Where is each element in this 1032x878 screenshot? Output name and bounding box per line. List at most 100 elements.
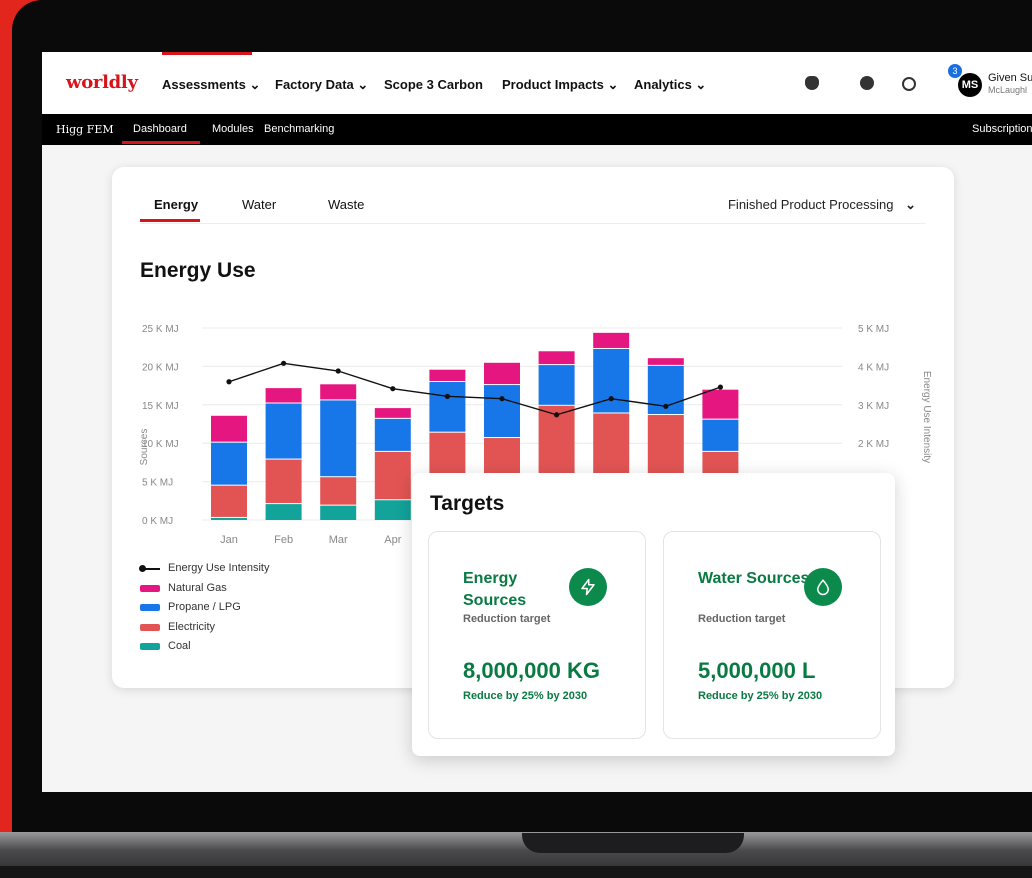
bar-segment [211,415,247,442]
app-screen: worldly Assessments ⌄ Factory Data ⌄ Sco… [42,52,1032,792]
bar-segment [374,500,411,520]
bar-segment [320,384,357,400]
bar-segment [211,442,247,485]
bar-segment [538,365,575,405]
target-note: Reduce by 25% by 2030 [463,690,588,702]
target-value: 5,000,000 L [698,658,816,683]
legend-dot-swatch [139,565,146,572]
y2-tick-label: 3 K MJ [858,401,889,412]
bar-segment [265,504,302,520]
bar-segment [702,389,739,419]
nav-analytics[interactable]: Analytics ⌄ [634,77,706,93]
intensity-point [281,360,287,366]
target-subtitle: Reduction target [463,613,551,625]
bell-icon[interactable] [805,76,819,90]
process-dropdown[interactable]: Finished Product Processing ⌄ [728,197,916,213]
y-tick-label: 15 K MJ [142,401,179,412]
bar-segment [320,477,357,505]
bar-segment [211,517,247,520]
target-value: 8,000,000 KG [463,658,600,683]
subnav-active-indicator [122,141,200,144]
help-icon[interactable] [860,76,874,90]
tab-energy[interactable]: Energy [154,197,198,212]
subnav-modules[interactable]: Modules [212,123,254,135]
nav-factory-data[interactable]: Factory Data ⌄ [275,77,368,93]
bar-segment [429,381,466,432]
bar-segment [374,418,411,451]
bar-segment [593,332,630,348]
legend-label: Electricity [168,620,216,633]
x-tick-label: Feb [274,534,293,546]
y-tick-label: 0 K MJ [142,516,173,527]
subnav-subscription[interactable]: Subscription [972,123,1032,135]
y2-axis-label: Energy Use Intensity [921,371,932,463]
laptop: worldly Assessments ⌄ Factory Data ⌄ Sco… [0,0,1032,878]
bar-segment [265,459,302,504]
subnav-dashboard[interactable]: Dashboard [133,123,187,135]
drop-icon [804,568,842,606]
legend-swatch [140,584,160,592]
bar-segment [484,362,520,385]
bar-segment [593,413,630,480]
legend-label: Coal [168,640,191,652]
user-org: McLaughl [988,85,1028,95]
bolt-icon [569,568,607,606]
target-title: Water Sources [698,570,810,587]
bar-segment [211,485,247,517]
target-title: Energy Sources [463,570,527,609]
bar-segment [265,388,302,403]
laptop-hinge-notch [522,833,744,853]
tab-water[interactable]: Water [242,197,276,212]
y-tick-label: 20 K MJ [142,362,179,373]
water-target-card[interactable]: Water Sources Reduction target 5,000,000… [663,531,881,739]
intensity-point [663,403,669,409]
x-tick-label: Apr [384,534,401,546]
avatar[interactable]: MS [958,73,982,97]
worldly-logo[interactable]: worldly [66,72,138,93]
nav-product-impacts[interactable]: Product Impacts ⌄ [502,77,618,93]
intensity-point [226,379,232,385]
bar-segment [702,419,739,451]
section-title: Energy Use [140,259,256,282]
target-subtitle: Reduction target [698,613,786,625]
intensity-point [335,368,341,374]
laptop-base-shadow [0,866,1032,878]
sub-nav: Higg FEM Dashboard Modules Benchmarking … [42,114,1032,145]
targets-title: Targets [430,492,505,515]
tab-waste[interactable]: Waste [328,197,364,212]
intensity-point [390,386,396,392]
notification-badge: 3 [948,64,962,78]
subnav-benchmarking[interactable]: Benchmarking [264,123,334,135]
legend-swatch [140,604,160,611]
targets-panel: Targets Energy Sources Reduction target … [412,473,895,756]
bar-segment [647,358,684,365]
nav-assessments[interactable]: Assessments ⌄ [162,77,260,93]
chevron-down-icon: ⌄ [905,197,916,212]
x-tick-label: Jan [220,534,238,546]
intensity-point [499,396,505,402]
bar-segment [320,400,357,477]
y-tick-label: 5 K MJ [142,478,173,489]
globe-icon[interactable] [902,77,916,91]
bar-segment [265,403,302,459]
legend-label: Propane / LPG [168,601,241,613]
user-name[interactable]: Given Su [988,72,1032,84]
tab-divider [140,223,926,224]
nav-active-indicator [162,52,252,55]
y-axis-label: Sources [139,429,150,466]
bar-segment [320,505,357,520]
bar-segment [538,351,575,365]
legend-swatch [140,623,160,631]
x-tick-label: Mar [329,534,348,546]
energy-target-card[interactable]: Energy Sources Reduction target 8,000,00… [428,531,646,739]
higg-fem-label: Higg FEM [56,123,114,136]
bar-segment [429,369,466,381]
bar-segment [374,408,411,418]
bar-segment [484,385,520,438]
y-tick-label: 25 K MJ [142,324,179,335]
active-tab-indicator [140,219,200,222]
nav-scope3-carbon[interactable]: Scope 3 Carbon [384,77,483,92]
intensity-point [608,396,614,402]
intensity-point [554,412,560,418]
legend-label: Energy Use Intensity [168,562,270,574]
